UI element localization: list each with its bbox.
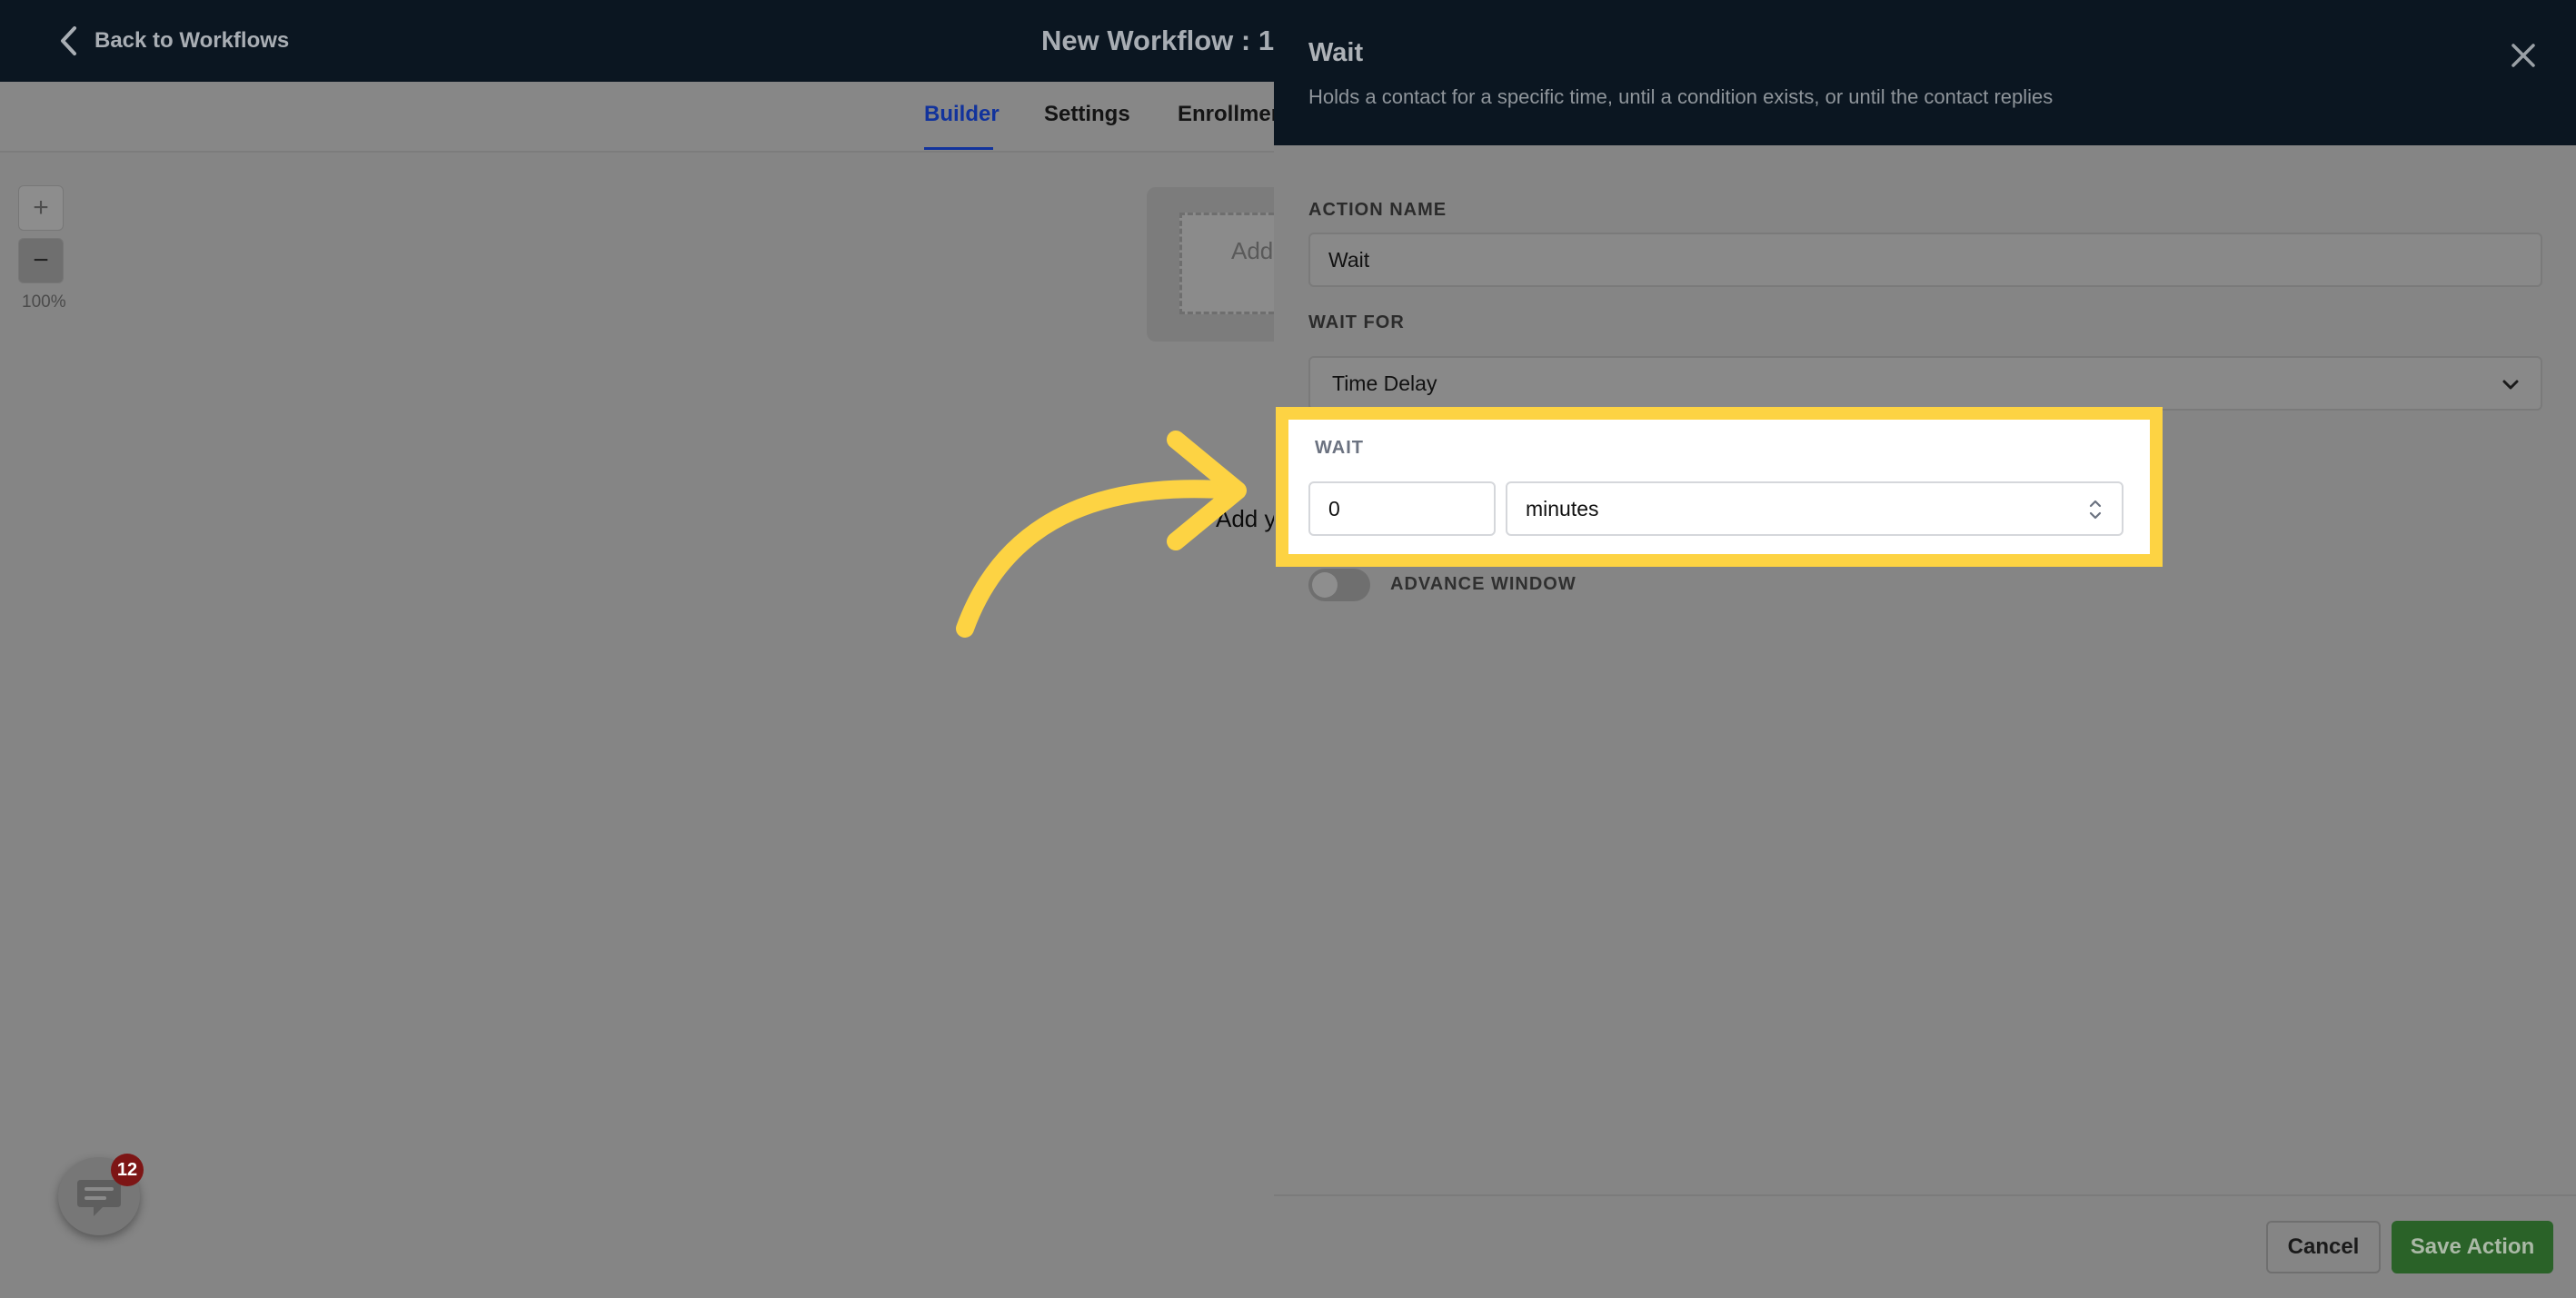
toggle-knob: [1312, 572, 1338, 598]
cancel-button[interactable]: Cancel: [2266, 1221, 2381, 1273]
zoom-level: 100%: [22, 292, 66, 312]
tab-builder[interactable]: Builder: [924, 102, 1000, 127]
wait-amount-input[interactable]: 0: [1308, 481, 1496, 536]
wait-unit-select[interactable]: minutes: [1506, 481, 2123, 536]
tab-bar: Builder Settings Enrollmen: [0, 82, 1274, 153]
active-tab-indicator: [924, 147, 993, 150]
top-bar: Back to Workflows New Workflow : 16: [0, 0, 1289, 82]
workflow-title: New Workflow : 16: [1041, 25, 1290, 56]
advance-window-label: ADVANCE WINDOW: [1390, 574, 1576, 594]
zoom-out-button[interactable]: −: [18, 238, 64, 283]
panel-title: Wait: [1308, 38, 1364, 67]
chat-notification-badge: 12: [111, 1154, 144, 1186]
add-trigger-placeholder[interactable]: Add: [1179, 213, 1274, 314]
wait-unit-value: minutes: [1526, 497, 1599, 520]
annotation-arrow: [956, 431, 1247, 638]
close-icon[interactable]: [2508, 40, 2539, 71]
panel-subtitle: Holds a contact for a specific time, unt…: [1308, 85, 2054, 108]
save-action-button[interactable]: Save Action: [2392, 1221, 2553, 1273]
tab-enrollment[interactable]: Enrollmen: [1178, 102, 1274, 127]
action-name-input[interactable]: Wait: [1308, 233, 2542, 287]
panel-footer: Cancel Save Action: [1274, 1194, 2576, 1298]
chevron-left-icon: [61, 26, 76, 55]
advance-window-toggle[interactable]: [1308, 569, 1370, 601]
back-link-label: Back to Workflows: [94, 28, 290, 53]
wait-label: WAIT: [1315, 438, 1364, 458]
chevron-down-icon: [2502, 380, 2519, 390]
panel-header: Wait Holds a contact for a specific time…: [1274, 0, 2576, 145]
wait-for-select[interactable]: Time Delay: [1308, 356, 2542, 411]
updown-chevron-icon: [2089, 500, 2102, 520]
wait-for-label: WAIT FOR: [1308, 312, 1405, 332]
wait-action-panel: Wait Holds a contact for a specific time…: [1274, 0, 2576, 1296]
wait-for-value: Time Delay: [1332, 372, 1437, 395]
back-to-workflows-link[interactable]: Back to Workflows: [58, 22, 289, 60]
action-name-label: ACTION NAME: [1308, 200, 1447, 220]
zoom-in-button[interactable]: +: [18, 185, 64, 231]
tab-settings[interactable]: Settings: [1044, 102, 1130, 127]
